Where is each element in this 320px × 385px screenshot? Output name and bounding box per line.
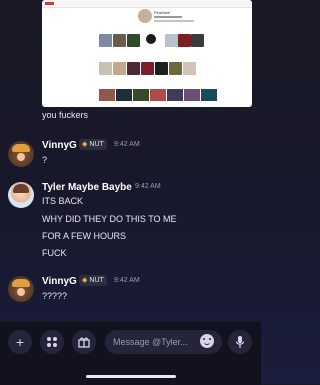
status-badge[interactable]: ◆ NUT [79,139,107,150]
voice-button[interactable] [228,330,252,354]
timestamp: 9:42 AM [114,277,140,284]
preview-thumbnail [165,34,178,47]
gift-button[interactable] [72,330,96,354]
preview-thumbnail [127,62,140,75]
flame-icon: ◆ [82,141,88,148]
preview-tile [99,89,115,101]
preview-text-line [154,16,182,18]
preview-tile [201,89,217,101]
preview-tile [184,89,200,101]
message-text: ????? [42,291,68,301]
preview-tile [150,89,166,101]
image-attachment[interactable]: Pinwheel [42,0,252,107]
avatar[interactable] [8,141,34,167]
preview-topbar [42,0,252,8]
preview-thumbnail [99,34,112,47]
preview-profile-name: Pinwheel [154,10,171,15]
message-text: FUCK [42,248,67,258]
home-indicator[interactable] [86,375,176,378]
preview-thumbnail [183,62,196,75]
emoji-icon[interactable] [200,334,214,348]
plus-icon: + [15,334,25,350]
preview-tile [133,89,149,101]
preview-profile-picture [138,9,152,23]
apps-button[interactable] [40,330,64,354]
message-input-placeholder: Message @Tyler... [113,337,188,347]
preview-text-line [154,20,194,22]
author-name[interactable]: VinnyG [42,140,77,151]
preview-logo [45,2,54,5]
badge-label: NUT [89,277,104,284]
avatar[interactable] [8,276,34,302]
message-text: ITS BACK [42,196,84,206]
preview-tile [116,89,132,101]
flame-icon: ◆ [82,277,88,284]
preview-thumbnail [113,34,126,47]
add-button[interactable]: + [8,330,32,354]
message-text: you fuckers [42,110,89,120]
apps-icon [47,337,57,347]
preview-thumbnail [178,34,191,47]
preview-thumbnail [113,62,126,75]
message-text: ? [42,155,48,165]
avatar[interactable] [8,182,34,208]
message-text: FOR A FEW HOURS [42,231,127,241]
preview-thumbnail [191,34,204,47]
preview-play-button [146,34,156,44]
preview-thumbnail [169,62,182,75]
author-name[interactable]: VinnyG [42,276,77,287]
status-badge[interactable]: ◆ NUT [79,275,107,286]
preview-thumbnail [141,62,154,75]
preview-thumbnail [127,34,140,47]
timestamp: 9:42 AM [114,141,140,148]
preview-tile [167,89,183,101]
preview-thumbnail [155,62,168,75]
gift-icon [78,337,90,348]
timestamp: 9:42 AM [135,183,161,190]
message-text: WHY DID THEY DO THIS TO ME [42,214,177,224]
microphone-icon [235,336,245,348]
author-name[interactable]: Tyler Maybe Baybe [42,182,132,193]
preview-thumbnail [99,62,112,75]
badge-label: NUT [89,141,104,148]
